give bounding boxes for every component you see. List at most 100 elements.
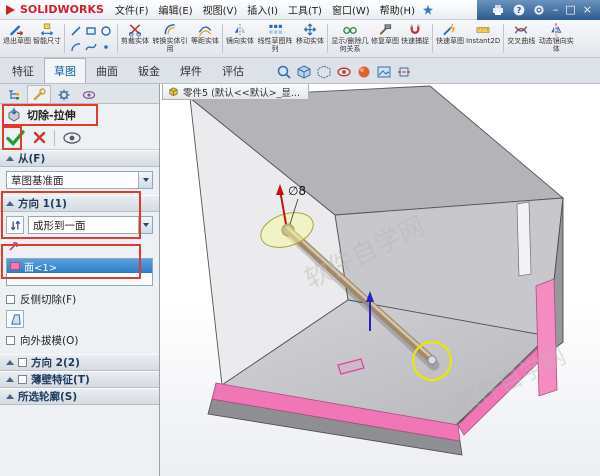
sketch-toolbar: 退出草图 智能尺寸 剪裁实体 转换实体引用 等距实体 镜向实体 线性草图阵列 移…: [0, 20, 600, 58]
menu-pin-icon[interactable]: [422, 4, 434, 16]
selection-listbox[interactable]: 面<1>: [6, 258, 153, 286]
menu-help[interactable]: 帮助(H): [375, 0, 420, 20]
dimension-label[interactable]: ∅8: [288, 184, 306, 198]
tab-sketch[interactable]: 草图: [44, 58, 86, 83]
menu-bar: 文件(F) 编辑(E) 视图(V) 插入(I) 工具(T) 窗口(W) 帮助(H…: [110, 0, 420, 20]
move-entities-icon: [304, 23, 316, 35]
tab-surfaces[interactable]: 曲面: [86, 58, 128, 83]
graphics-viewport[interactable]: 零件5 (默认<<默认>_显... ∅8 软件自学网 软件自学网: [160, 84, 600, 476]
toolbar-repair-sketch[interactable]: 修复草图: [370, 21, 400, 57]
window-controls: – □ ×: [553, 0, 592, 20]
display-style-icon[interactable]: [316, 64, 332, 80]
model-canvas[interactable]: ∅8 软件自学网 软件自学网: [160, 84, 600, 476]
toolbar-rapid-sketch[interactable]: 快速草图: [435, 21, 465, 57]
selected-face-item[interactable]: 面<1>: [7, 259, 152, 274]
from-dropdown[interactable]: 草图基准面: [6, 171, 153, 189]
section-from-header[interactable]: 从(F): [0, 150, 159, 167]
direction2-header-label: 方向 2(2): [31, 357, 80, 369]
tab-property-manager[interactable]: [27, 85, 51, 103]
section-direction1-header[interactable]: 方向 1(1): [0, 195, 159, 212]
toolbar-separator: [503, 24, 505, 53]
hide-show-items-icon[interactable]: [336, 64, 352, 80]
minimize-button[interactable]: –: [553, 0, 559, 20]
tab-feature-tree[interactable]: [2, 85, 26, 103]
spline-icon[interactable]: [84, 39, 98, 54]
view-orientation-icon[interactable]: [296, 64, 312, 80]
thin-feature-checkbox[interactable]: [18, 375, 27, 384]
tab-display-manager[interactable]: [77, 85, 101, 103]
zoom-fit-icon[interactable]: [276, 64, 292, 80]
ok-button[interactable]: [6, 129, 25, 146]
checkbox-box[interactable]: [6, 335, 15, 345]
options-gear-icon[interactable]: [533, 4, 545, 16]
section-thin-feature-header[interactable]: 薄壁特征(T): [0, 371, 159, 388]
property-manager-icon: [33, 87, 46, 100]
toolbar-exit-sketch[interactable]: 退出草图: [2, 21, 32, 57]
preview-eye-button[interactable]: [63, 131, 81, 144]
toolbar-intersection-curve[interactable]: 交叉曲线: [506, 21, 536, 57]
section-view-icon[interactable]: [396, 64, 412, 80]
help-icon[interactable]: ?: [513, 4, 525, 16]
toolbar-quick-snaps[interactable]: 快速捕捉: [400, 21, 430, 57]
end-condition-dropdown[interactable]: 成形到一面: [28, 216, 153, 234]
rectangle-icon[interactable]: [84, 23, 98, 38]
toolbar-smart-dimension[interactable]: 智能尺寸: [32, 21, 62, 57]
panel-tab-strip: [0, 84, 159, 104]
toolbar-move-entities[interactable]: 移动实体: [295, 21, 325, 57]
feature-title-row: 切除-拉伸: [0, 104, 159, 126]
tab-configurations[interactable]: [52, 85, 76, 103]
draft-icon: [10, 313, 21, 325]
line-icon[interactable]: [69, 23, 83, 38]
face-color-chip: [10, 262, 20, 270]
flip-side-checkbox[interactable]: 反侧切除(F): [6, 291, 153, 307]
point-icon[interactable]: [99, 39, 113, 54]
toolbar-separator: [222, 24, 223, 53]
tab-evaluate[interactable]: 评估: [212, 58, 254, 83]
menu-edit[interactable]: 编辑(E): [153, 0, 197, 20]
trim-entities-icon: [128, 23, 142, 37]
main-area: 切除-拉伸 从(F) 草图基准面 方向 1(1) 成形到一面 面<1> 反侧切除…: [0, 84, 600, 476]
part-document-icon: [169, 87, 178, 97]
print-icon[interactable]: [491, 4, 505, 16]
circle-icon[interactable]: [99, 23, 113, 38]
document-tab-label: 零件5 (默认<<默认>_显...: [183, 87, 300, 99]
toolbar-offset-entities[interactable]: 等距实体: [190, 21, 220, 57]
toolbar-display-relations[interactable]: 显示/删除几何关系: [330, 21, 370, 57]
chevron-down-icon[interactable]: [138, 172, 152, 188]
chevron-down-icon[interactable]: [138, 217, 152, 233]
cancel-button[interactable]: [33, 131, 46, 144]
toolbar-instant2d[interactable]: Instant2D: [465, 21, 501, 57]
toolbar-mirror-entities[interactable]: 镜向实体: [225, 21, 255, 57]
wall-slot[interactable]: [516, 201, 532, 277]
tab-sheet-metal[interactable]: 钣金: [128, 58, 170, 83]
face-picker-icon: [6, 238, 22, 254]
draft-button[interactable]: [6, 310, 24, 328]
scene-icon[interactable]: [376, 64, 392, 80]
tab-weldments[interactable]: 焊件: [170, 58, 212, 83]
toolbar-linear-sketch-pattern[interactable]: 线性草图阵列: [255, 21, 295, 57]
draft-outward-checkbox[interactable]: 向外拔模(O): [6, 332, 153, 348]
edit-appearance-icon[interactable]: [356, 64, 372, 80]
direction2-checkbox[interactable]: [18, 358, 27, 367]
menu-file[interactable]: 文件(F): [110, 0, 154, 20]
maximize-button[interactable]: □: [565, 0, 575, 20]
checkbox-box[interactable]: [6, 294, 15, 304]
reverse-direction-icon: [10, 220, 20, 230]
toolbar-convert-entities[interactable]: 转换实体引用: [150, 21, 190, 57]
tab-features[interactable]: 特征: [2, 58, 44, 83]
menu-tools[interactable]: 工具(T): [283, 0, 327, 20]
section-direction2-header[interactable]: 方向 2(2): [0, 354, 159, 371]
section-selected-contours-header[interactable]: 所选轮廓(S): [0, 388, 159, 405]
menu-window[interactable]: 窗口(W): [327, 0, 375, 20]
close-button[interactable]: ×: [583, 0, 592, 20]
smart-dimension-icon: [41, 23, 53, 35]
menu-view[interactable]: 视图(V): [198, 0, 243, 20]
toolbar-dynamic-mirror[interactable]: 动态镜向实体: [536, 21, 576, 57]
menu-insert[interactable]: 插入(I): [242, 0, 283, 20]
arc-icon[interactable]: [69, 39, 83, 54]
from-section-body: 草图基准面: [0, 167, 159, 195]
reverse-direction-button[interactable]: [6, 216, 24, 234]
toolbar-trim-entities[interactable]: 剪裁实体: [120, 21, 150, 57]
rod-end-cap[interactable]: [427, 355, 437, 365]
document-tab[interactable]: 零件5 (默认<<默认>_显...: [162, 84, 309, 100]
